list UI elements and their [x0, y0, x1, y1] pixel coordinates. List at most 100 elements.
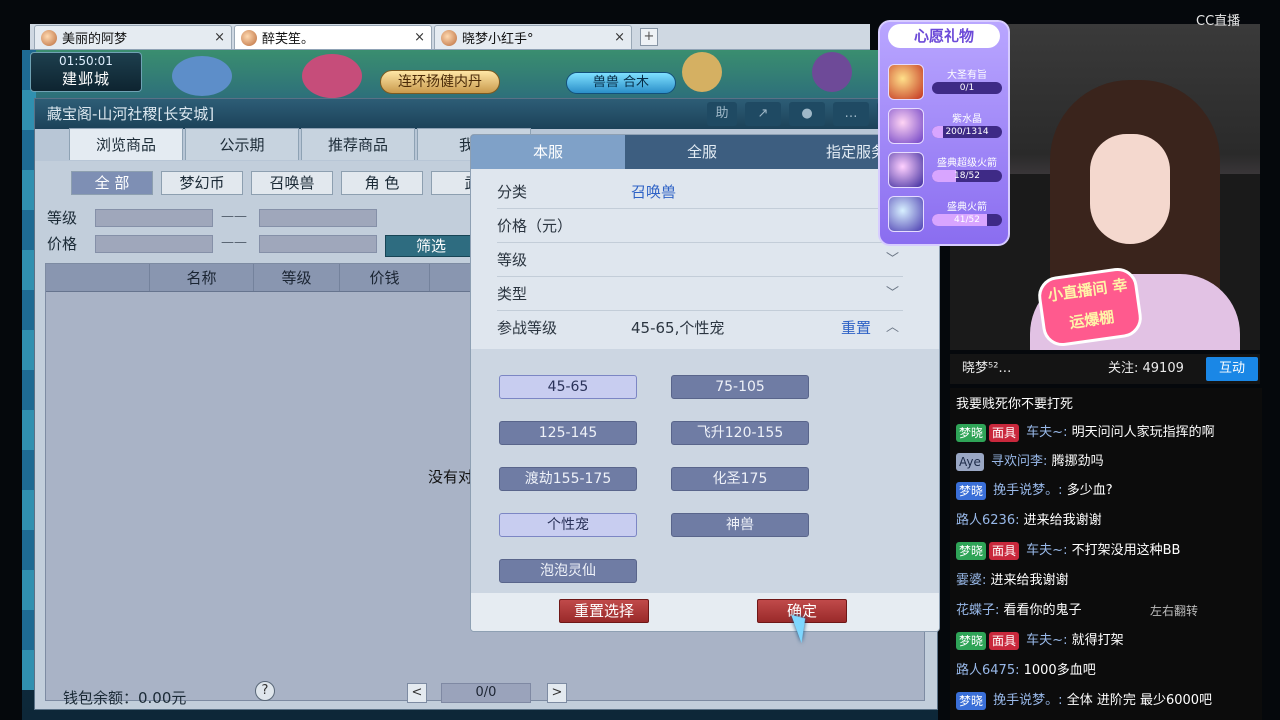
option-divine-beast[interactable]: 神兽: [671, 513, 809, 537]
page-next-button[interactable]: >: [547, 683, 567, 703]
chat-message: 路人6475: 1000多血吧: [956, 658, 1262, 684]
category-roles[interactable]: 角 色: [341, 171, 423, 195]
chat-nick[interactable]: 霎婆:: [956, 573, 986, 588]
quest-tracker[interactable]: 连环扬健内丹: [380, 70, 500, 94]
chat-message: 梦晓 面具 车夫~: 不打架没用这种BB: [956, 538, 1262, 564]
row-label: 参战等级: [497, 319, 558, 337]
mask-badge-icon: 面具: [989, 423, 1020, 442]
pet-tag[interactable]: 兽兽 合木: [566, 72, 676, 94]
chat-text: 就得打架: [1071, 633, 1124, 648]
filter-row-category[interactable]: 分类 召唤兽: [497, 175, 903, 209]
new-tab-button[interactable]: +: [640, 28, 658, 46]
column-price[interactable]: 价钱: [340, 264, 430, 291]
browser-tab[interactable]: 晓梦小红手° ×: [434, 25, 632, 49]
column-level[interactable]: 等级: [254, 264, 340, 291]
chevron-up-icon[interactable]: ︿: [886, 311, 899, 345]
chat-nick[interactable]: 寻欢问李:: [991, 454, 1047, 469]
close-icon[interactable]: ×: [214, 30, 225, 45]
option-sage-175[interactable]: 化圣175: [671, 467, 809, 491]
page-prev-button[interactable]: <: [407, 683, 427, 703]
category-pets[interactable]: 召唤兽: [251, 171, 333, 195]
player-avatar[interactable]: [812, 52, 852, 92]
option-tribulation-155-175[interactable]: 渡劫155-175: [499, 467, 637, 491]
option-unique-pet[interactable]: 个性宠: [499, 513, 637, 537]
mask-badge-icon: 面具: [989, 541, 1020, 560]
interact-button[interactable]: 互动: [1206, 357, 1258, 381]
category-coins[interactable]: 梦幻币: [161, 171, 243, 195]
level-max-input[interactable]: [259, 209, 377, 227]
chat-nick[interactable]: 车夫~:: [1026, 543, 1067, 558]
range-dash: ——: [221, 235, 247, 250]
gift-title: 心愿礼物: [888, 24, 1000, 48]
gift-progress-bar: 200/1314: [932, 126, 1002, 138]
gift-item[interactable]: 盛典火箭 41/52: [886, 194, 1004, 236]
chevron-down-icon[interactable]: ﹀: [886, 243, 899, 277]
option-45-65[interactable]: 45-65: [499, 375, 637, 399]
chat-message: Aye 寻欢问李: 腾挪劲吗: [956, 449, 1262, 475]
npc-avatar[interactable]: [682, 52, 722, 92]
gift-item[interactable]: 盛典超级火箭 18/52: [886, 150, 1004, 192]
close-icon[interactable]: ×: [614, 30, 625, 45]
filter-row-type[interactable]: 类型 ﹀: [497, 277, 903, 311]
chat-nick[interactable]: 车夫~:: [1026, 425, 1067, 440]
option-125-145[interactable]: 125-145: [499, 421, 637, 445]
tab-browse[interactable]: 浏览商品: [69, 128, 183, 160]
browser-tab[interactable]: 美丽的阿梦 ×: [34, 25, 232, 49]
chat-nick[interactable]: 花蝶子:: [956, 603, 999, 618]
tab-public[interactable]: 公示期: [185, 128, 299, 160]
share-icon[interactable]: ↗: [745, 102, 781, 126]
help-icon[interactable]: 助: [707, 102, 737, 126]
range-dash: ——: [221, 209, 247, 224]
column-name[interactable]: 名称: [150, 264, 254, 291]
level-min-input[interactable]: [95, 209, 213, 227]
dialog-tabs: 浏览商品 公示期 推荐商品 我是: [69, 128, 531, 160]
filter-button[interactable]: 筛选: [385, 235, 477, 257]
chat-nick[interactable]: 挽手说梦。:: [993, 483, 1062, 498]
column-spacer: [46, 264, 150, 291]
category-all[interactable]: 全 部: [71, 171, 153, 195]
dialog-title-bar: 藏宝阁-山河社稷[长安城] 助 ↗ ● … 🛒: [35, 99, 937, 129]
gift-progress-text: 0/1: [959, 83, 975, 93]
option-75-105[interactable]: 75-105: [671, 375, 809, 399]
chat-message: 梦晓 面具 车夫~: 明天问问人家玩指挥的啊: [956, 420, 1262, 446]
chat-nick[interactable]: 挽手说梦。:: [993, 693, 1062, 708]
level-label: 等级: [47, 209, 78, 227]
filter-row-price[interactable]: 价格（元）: [497, 209, 903, 243]
filter-row-battle-level[interactable]: 参战等级 45-65,个性宠 重置 ︿: [497, 311, 903, 345]
chat-nick[interactable]: 路人6475:: [956, 663, 1019, 678]
gift-name: 盛典超级火箭: [937, 158, 997, 169]
anchor-name[interactable]: 晓梦⁵²…: [962, 354, 1011, 384]
gift-item[interactable]: 紫水晶 200/1314: [886, 106, 1004, 148]
gift-progress-text: 200/1314: [945, 127, 989, 137]
help-icon[interactable]: ?: [255, 681, 275, 701]
price-min-input[interactable]: [95, 235, 213, 253]
reset-selection-button[interactable]: 重置选择: [559, 599, 649, 623]
chat-text: 1000多血吧: [1023, 663, 1096, 678]
chevron-down-icon[interactable]: ﹀: [886, 277, 899, 311]
price-max-input[interactable]: [259, 235, 377, 253]
chat-nick[interactable]: 路人6236:: [956, 513, 1019, 528]
row-label: 分类: [497, 183, 528, 201]
price-label: 价格: [47, 235, 78, 253]
tab-recommended[interactable]: 推荐商品: [301, 128, 415, 160]
option-bubble-spirit[interactable]: 泡泡灵仙: [499, 559, 637, 583]
gift-item[interactable]: 大圣有旨 0/1: [886, 62, 1004, 104]
tab-this-server[interactable]: 本服: [471, 135, 625, 169]
reset-link[interactable]: 重置: [841, 311, 871, 345]
gift-progress-text: 18/52: [954, 171, 980, 181]
avatar-icon: [241, 29, 257, 46]
tab-all-servers[interactable]: 全服: [625, 135, 779, 169]
flip-toggle[interactable]: 左右翻转: [1150, 602, 1198, 619]
browser-tab-active[interactable]: 醉芙笙。 ×: [234, 25, 432, 49]
option-ascend-120-155[interactable]: 飞升120-155: [671, 421, 809, 445]
chat-icon[interactable]: …: [833, 102, 869, 126]
filter-row-level[interactable]: 等级 ﹀: [497, 243, 903, 277]
gift-progress-bar: 41/52: [932, 214, 1002, 226]
chat-text: 明天问问人家玩指挥的啊: [1071, 425, 1215, 440]
lucky-sticker: 小直播间 幸运爆棚: [1035, 265, 1145, 349]
stop-icon[interactable]: ●: [789, 102, 825, 126]
tab-title: 醉芙笙。: [262, 32, 315, 47]
empty-message: 没有对: [428, 468, 474, 486]
close-icon[interactable]: ×: [414, 30, 425, 45]
chat-nick[interactable]: 车夫~:: [1026, 633, 1067, 648]
